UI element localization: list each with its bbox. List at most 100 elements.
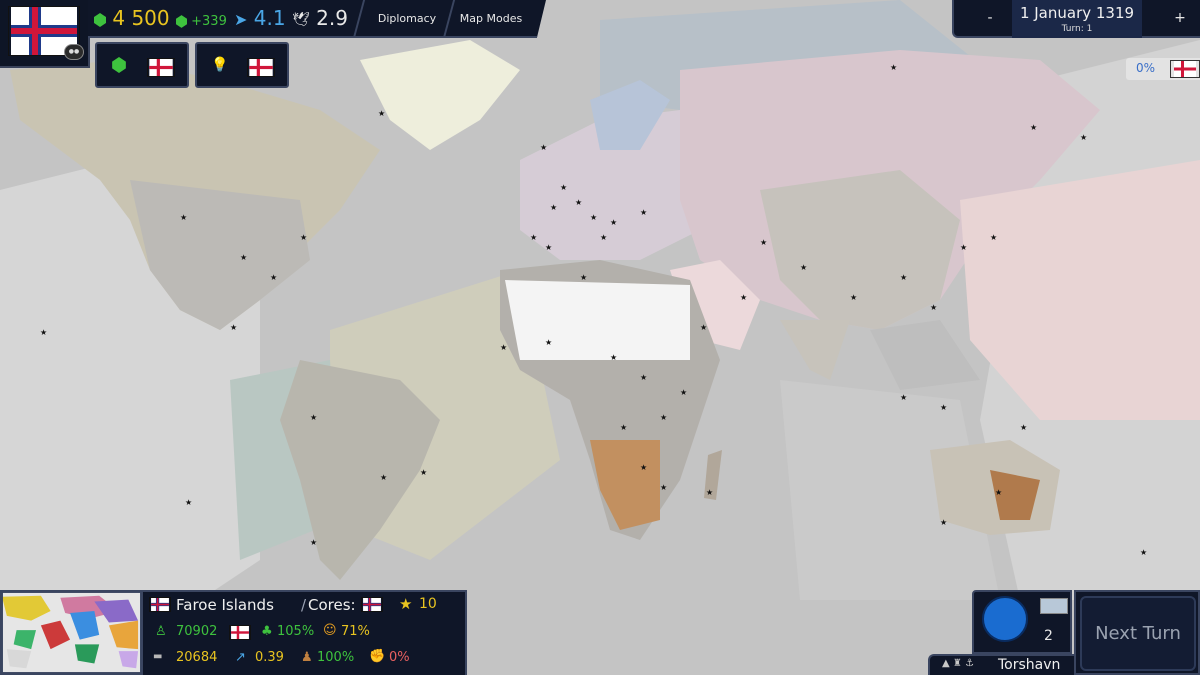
next-turn-button[interactable]: Next Turn: [1080, 596, 1196, 671]
economy-ally-panel[interactable]: [95, 42, 189, 88]
svg-text:★: ★: [660, 483, 667, 492]
gold-resource: 4 500: [94, 6, 170, 30]
svg-text:★: ★: [1140, 548, 1147, 557]
england-flag-icon: [147, 58, 175, 77]
svg-text:★: ★: [310, 538, 317, 547]
svg-text:★: ★: [900, 393, 907, 402]
growth-icon: ♣: [261, 624, 273, 639]
country-name[interactable]: Faroe Islands: [176, 596, 274, 614]
income-icon: [176, 15, 187, 28]
svg-text:★: ★: [640, 208, 647, 217]
svg-text:★: ★: [900, 273, 907, 282]
svg-text:★: ★: [620, 423, 627, 432]
svg-text:★: ★: [550, 203, 557, 212]
faroe-flag-icon: [149, 597, 171, 612]
svg-text:★: ★: [1020, 423, 1027, 432]
level-badge: ●●: [64, 44, 84, 60]
svg-text:★: ★: [545, 338, 552, 347]
lightbulb-icon: 💡: [211, 57, 229, 73]
svg-text:★: ★: [420, 468, 427, 477]
svg-text:★: ★: [575, 198, 582, 207]
speed-up-button[interactable]: +: [1166, 4, 1194, 32]
map-modes-button[interactable]: Map Modes: [452, 0, 530, 38]
svg-text:★: ★: [500, 343, 507, 352]
world-map[interactable]: ★★★ ★★★ ★★★ ★★★ ★★★ ★★★ ★★★ ★★★ ★★★ ★★★ …: [0, 0, 1200, 675]
revolt-fist-icon: ✊: [369, 649, 386, 664]
revolution-risk-value: 0%: [389, 650, 410, 665]
gold-income-value: +339: [191, 14, 227, 29]
svg-text:★: ★: [590, 213, 597, 222]
resource-bar: 4 500 +339 ➤ 4.1 🕊 2.9 Diplomacy Map Mod…: [88, 0, 546, 38]
svg-text:★: ★: [890, 63, 897, 72]
svg-text:★: ★: [760, 238, 767, 247]
minimap[interactable]: [0, 590, 143, 675]
province-info-panel: Faroe Islands / Cores: ★ 10 ♙ 70902 ♣ 10…: [143, 590, 467, 675]
movement-resource: ➤ 4.1: [234, 6, 286, 32]
svg-text:★: ★: [600, 233, 607, 242]
svg-text:★: ★: [930, 303, 937, 312]
england-flag-icon: [1170, 60, 1200, 78]
svg-text:★: ★: [960, 243, 967, 252]
svg-text:★: ★: [740, 293, 747, 302]
faroe-flag-icon: [361, 597, 383, 612]
svg-text:★: ★: [995, 488, 1002, 497]
svg-text:★: ★: [378, 109, 385, 118]
svg-text:★: ★: [580, 273, 587, 282]
rank-star-icon: ★: [399, 595, 413, 613]
gold-income: +339: [176, 10, 227, 34]
population-value: 70902: [176, 624, 218, 639]
relations-percent: 0%: [1136, 61, 1156, 75]
svg-text:★: ★: [610, 218, 617, 227]
svg-text:★: ★: [706, 488, 713, 497]
growth-value: 105%: [277, 624, 315, 639]
technology-ally-panel[interactable]: 💡: [195, 42, 289, 88]
cores-label: Cores:: [308, 596, 356, 614]
happiness-value: 71%: [341, 624, 370, 639]
svg-text:★: ★: [990, 233, 997, 242]
country-flag-panel[interactable]: ●●: [0, 0, 90, 68]
manpower-icon: ♟: [301, 650, 313, 665]
economy-value: 20684: [176, 650, 218, 665]
selected-army-panel[interactable]: 2: [972, 590, 1072, 654]
diplomacy-resource: 🕊 2.9: [292, 6, 348, 32]
svg-text:★: ★: [700, 323, 707, 332]
svg-text:★: ★: [610, 353, 617, 362]
svg-text:★: ★: [240, 253, 247, 262]
svg-text:★: ★: [180, 213, 187, 222]
diplomacy-button[interactable]: Diplomacy: [364, 0, 450, 38]
movement-value: 4.1: [253, 6, 286, 30]
svg-text:★: ★: [660, 413, 667, 422]
svg-text:★: ★: [640, 373, 647, 382]
svg-text:★: ★: [270, 273, 277, 282]
svg-text:★: ★: [640, 463, 647, 472]
svg-text:★: ★: [540, 143, 547, 152]
movement-arrow-icon: ➤: [234, 9, 248, 29]
svg-text:★: ★: [310, 413, 317, 422]
svg-text:★: ★: [545, 243, 552, 252]
svg-text:★: ★: [380, 473, 387, 482]
date-display[interactable]: 1 January 1319 Turn: 1: [1012, 0, 1142, 38]
svg-text:★: ★: [940, 518, 947, 527]
svg-text:★: ★: [530, 233, 537, 242]
svg-text:★: ★: [680, 388, 687, 397]
economy-icon: ▬: [153, 651, 163, 662]
tax-icon: ↗: [235, 650, 246, 665]
army-unit-icon[interactable]: [982, 596, 1028, 642]
manpower-value: 100%: [317, 650, 355, 665]
province-name-bar[interactable]: ▲ ♜ ⚓ Torshavn: [928, 654, 1074, 675]
svg-text:★: ★: [185, 498, 192, 507]
svg-text:★: ★: [300, 233, 307, 242]
dove-icon: 🕊: [292, 11, 310, 28]
gold-value: 4 500: [112, 6, 170, 30]
gold-icon: [94, 12, 106, 27]
game-screen: ★ ★ ★ ★ ★ ★ ★ ★ ★ ★ ★ ★ ★ ★ ★ ★ ★ ★ ★ ★ ★ ★ ★ ★ ★ ★ ★ ★ ★ ★ …: [0, 0, 1200, 675]
svg-text:★: ★: [940, 403, 947, 412]
province-name: Torshavn: [998, 657, 1061, 673]
diplomacy-points-value: 2.9: [316, 6, 348, 30]
relations-indicator[interactable]: 0%: [1126, 58, 1200, 80]
next-turn-panel: Next Turn: [1074, 590, 1200, 675]
svg-text:★: ★: [1030, 123, 1037, 132]
happiness-icon: ☺: [323, 623, 337, 638]
speed-down-button[interactable]: -: [976, 4, 1004, 32]
svg-text:★: ★: [800, 263, 807, 272]
